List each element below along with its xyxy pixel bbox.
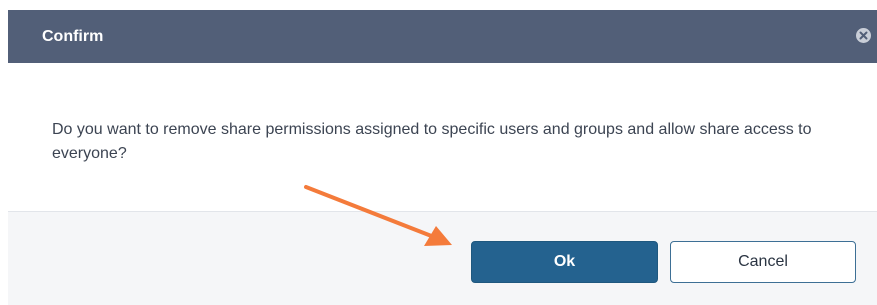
close-icon [859, 31, 868, 40]
top-background-strip [0, 0, 877, 10]
dialog-title: Confirm [42, 28, 104, 45]
dialog-footer: Ok Cancel [8, 211, 877, 305]
ok-button[interactable]: Ok [471, 241, 658, 283]
dialog-body: Do you want to remove share permissions … [8, 63, 877, 211]
cancel-button[interactable]: Cancel [670, 241, 856, 283]
close-button[interactable] [856, 28, 871, 43]
dialog-header: Confirm [8, 10, 877, 63]
dialog-message: Do you want to remove share permissions … [52, 121, 812, 162]
confirm-dialog-page: Confirm Do you want to remove share perm… [0, 0, 877, 305]
